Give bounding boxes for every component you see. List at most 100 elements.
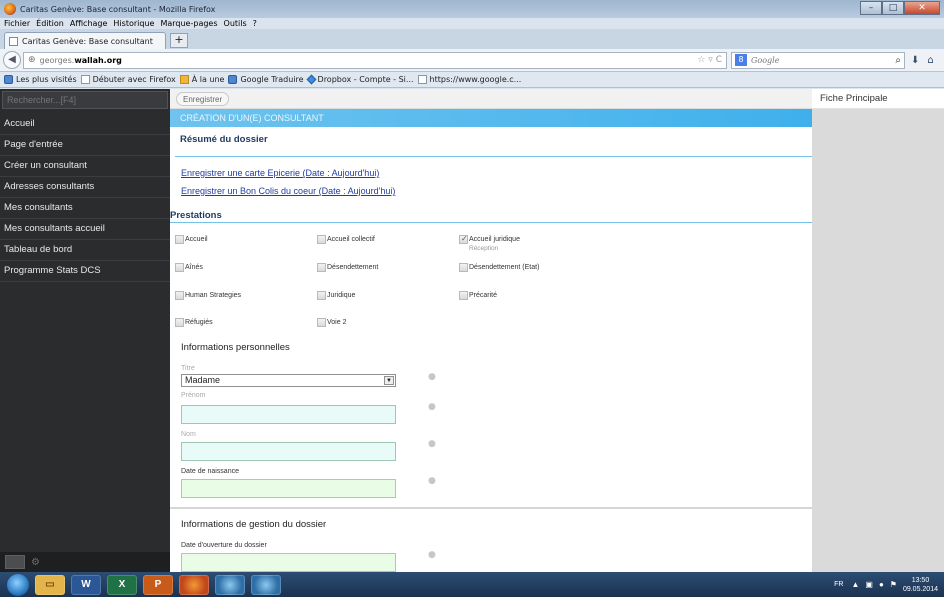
bookmark-google-traduire[interactable]: Google Traduire <box>228 75 304 84</box>
checkbox-box[interactable] <box>175 291 184 300</box>
menu-historique[interactable]: Historique <box>113 18 154 29</box>
form-toolbar: Enregistrer <box>170 89 812 109</box>
bookmark-google[interactable]: https://www.google.c... <box>417 75 521 84</box>
clock-date: 09.05.2014 <box>902 585 938 593</box>
tab-caritas[interactable]: Caritas Genève: Base consultant <box>4 32 166 49</box>
menu-edition[interactable]: Édition <box>36 18 64 29</box>
reload-icon[interactable]: C <box>716 55 722 65</box>
flag-icon[interactable]: ⚑ <box>890 580 897 589</box>
nom-field[interactable] <box>181 442 396 461</box>
sidebar-item-page-entree[interactable]: Page d'entrée <box>0 135 170 156</box>
menu-fichier[interactable]: Fichier <box>4 18 30 29</box>
date-ouverture-field[interactable] <box>181 553 396 572</box>
checkbox-box[interactable] <box>317 263 326 272</box>
checkbox-accueil[interactable]: Accueil <box>175 235 208 244</box>
bookmark-dropbox[interactable]: Dropbox - Compte - Si... <box>306 74 414 85</box>
checkbox-box[interactable] <box>459 263 468 272</box>
google-search-engine-icon[interactable]: 8 <box>735 54 747 66</box>
window-title: Caritas Genève: Base consultant - Mozill… <box>20 4 216 14</box>
link-carte-epicerie[interactable]: Enregistrer une carte Epicerie (Date : A… <box>181 168 379 178</box>
language-indicator[interactable]: FR <box>834 581 843 588</box>
comment-bubble-icon[interactable]: ● <box>428 402 436 412</box>
checkbox-desendettement-etat[interactable]: Désendettement (Etat) <box>459 263 539 272</box>
browser-app-icon[interactable] <box>215 574 245 595</box>
sidebar-item-programme-stats[interactable]: Programme Stats DCS <box>0 261 170 282</box>
comment-bubble-icon[interactable]: ● <box>428 439 436 449</box>
bookmark-a-la-une[interactable]: À la une <box>179 75 224 84</box>
divider <box>170 222 812 223</box>
search-bar[interactable]: 8 ⌕ <box>731 51 905 69</box>
tray-arrow-icon[interactable]: ▲ <box>851 580 859 589</box>
nom-label: Nom <box>181 431 196 438</box>
main-content: Enregistrer CRÉATION D'UN(E) CONSULTANT … <box>170 89 812 572</box>
prenom-field[interactable] <box>181 405 396 424</box>
explorer-icon[interactable]: ▭ <box>35 574 65 595</box>
titre-select[interactable]: Madame ▼ <box>181 374 396 387</box>
comment-bubble-icon[interactable]: ● <box>428 476 436 486</box>
sidebar-item-adresses-consultants[interactable]: Adresses consultants <box>0 177 170 198</box>
menu-outils[interactable]: Outils <box>224 18 247 29</box>
checkbox-aines[interactable]: Aînés <box>175 263 203 272</box>
menu-help[interactable]: ? <box>253 18 257 29</box>
comment-bubble-icon[interactable]: ● <box>428 550 436 560</box>
checkbox-voie-2[interactable]: Voie 2 <box>317 318 346 327</box>
dropdown-arrow-icon[interactable]: ▿ <box>708 55 713 65</box>
checkbox-accueil-collectif[interactable]: Accueil collectif <box>317 235 375 244</box>
bookmark-debuter-firefox[interactable]: Débuter avec Firefox <box>80 75 176 84</box>
checkbox-box[interactable] <box>175 318 184 327</box>
date-naissance-field[interactable] <box>181 479 396 498</box>
checkbox-human-strategies[interactable]: Human Strategies <box>175 291 241 300</box>
back-button[interactable]: ◀ <box>3 51 21 69</box>
search-input[interactable] <box>751 55 871 65</box>
maximize-button[interactable]: □ <box>882 1 904 15</box>
browser-app-icon-2[interactable] <box>251 574 281 595</box>
firefox-app-icon[interactable] <box>179 574 209 595</box>
tray-app-icon[interactable]: ● <box>879 580 884 589</box>
checkbox-juridique[interactable]: Juridique <box>317 291 355 300</box>
resume-title: Résumé du dossier <box>180 134 268 145</box>
close-button[interactable]: ✕ <box>904 1 940 15</box>
sidebar-item-tableau-de-bord[interactable]: Tableau de bord <box>0 240 170 261</box>
checkbox-box[interactable] <box>459 291 468 300</box>
checkbox-refugies[interactable]: Réfugiés <box>175 318 213 327</box>
toolbar-icons: ⬇ ⌂ <box>911 55 942 66</box>
folder-button[interactable] <box>5 555 25 569</box>
start-button-icon[interactable] <box>7 573 29 596</box>
checkbox-desendettement[interactable]: Désendettement <box>317 263 378 272</box>
menu-marque-pages[interactable]: Marque-pages <box>160 18 217 29</box>
checkbox-box[interactable] <box>317 291 326 300</box>
checkbox-precarite[interactable]: Précarité <box>459 291 497 300</box>
download-icon[interactable]: ⬇ <box>911 55 919 66</box>
url-bar[interactable]: ⊕ georges. wallah.org ☆ ▿ C <box>23 51 727 69</box>
chevron-down-icon[interactable]: ▼ <box>384 376 394 385</box>
gear-icon[interactable]: ⚙ <box>31 557 40 568</box>
checkbox-box[interactable] <box>175 235 184 244</box>
bookmark-les-plus-visites[interactable]: Les plus visités <box>4 75 77 84</box>
sidebar-search-input[interactable] <box>3 92 167 108</box>
clock-time: 13:50 <box>911 576 930 584</box>
network-icon[interactable]: ▣ <box>865 580 873 589</box>
checkbox-box[interactable] <box>175 263 184 272</box>
checkbox-box[interactable] <box>317 235 326 244</box>
checkbox-box-checked[interactable] <box>459 234 468 244</box>
bookmark-star-icon[interactable]: ☆ <box>697 55 705 65</box>
word-app-icon[interactable]: W <box>71 574 101 595</box>
link-bon-colis[interactable]: Enregistrer un Bon Colis du coeur (Date … <box>181 186 395 196</box>
home-icon[interactable]: ⌂ <box>927 55 933 66</box>
sidebar-item-mes-consultants-accueil[interactable]: Mes consultants accueil <box>0 219 170 240</box>
menu-affichage[interactable]: Affichage <box>70 18 108 29</box>
powerpoint-app-icon[interactable]: P <box>143 574 173 595</box>
clock[interactable]: 13:50 09.05.2014 <box>903 576 938 594</box>
search-icon[interactable]: ⌕ <box>895 55 901 66</box>
excel-app-icon[interactable]: X <box>107 574 137 595</box>
sidebar-item-mes-consultants[interactable]: Mes consultants <box>0 198 170 219</box>
system-tray: FR ▲ ▣ ● ⚑ 13:50 09.05.2014 <box>834 576 938 594</box>
comment-bubble-icon[interactable]: ● <box>428 372 436 382</box>
sidebar-item-creer-consultant[interactable]: Créer un consultant <box>0 156 170 177</box>
checkbox-accueil-juridique[interactable]: Accueil juridiqueRéception <box>459 234 520 253</box>
save-button[interactable]: Enregistrer <box>176 92 230 106</box>
new-tab-button[interactable]: + <box>170 33 188 48</box>
sidebar-item-accueil[interactable]: Accueil <box>0 114 170 135</box>
minimize-button[interactable]: – <box>860 1 882 15</box>
checkbox-box[interactable] <box>317 318 326 327</box>
